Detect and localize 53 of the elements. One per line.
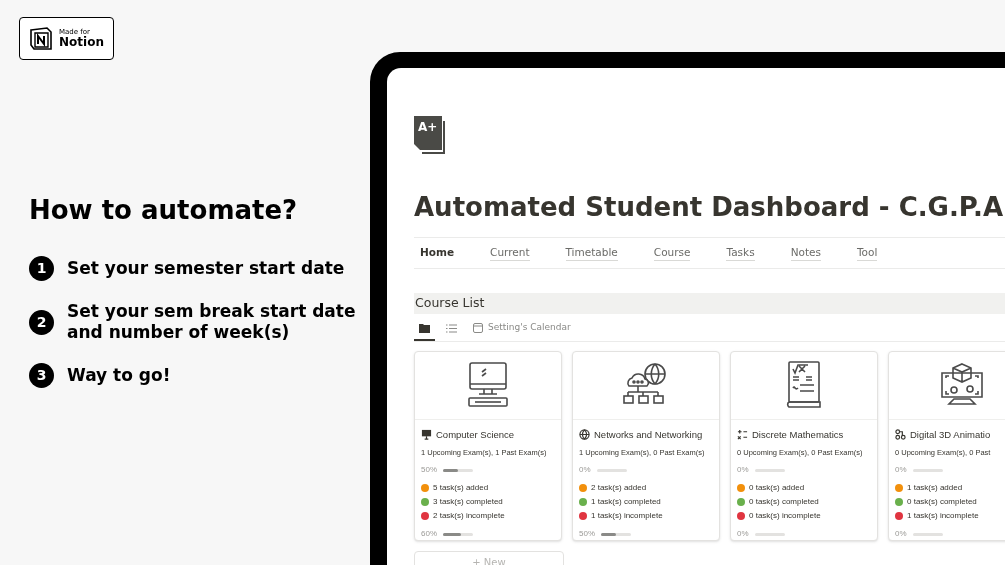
task-count: 3 task(s) completed [433, 496, 503, 508]
computer-icon [467, 362, 509, 409]
nav-link[interactable]: Tool [856, 244, 878, 262]
task-count: 0 task(s) incomplete [749, 510, 821, 522]
percent-label: 0% [895, 528, 907, 540]
step-number: 1 [29, 256, 54, 281]
course-title: Digital 3D Animatio [910, 427, 991, 442]
course-title: Networks and Networking [594, 427, 703, 442]
view-tab[interactable]: Setting's Calendar [468, 317, 576, 341]
step-text: Way to go! [67, 365, 172, 386]
nav-link[interactable]: Home [420, 245, 455, 261]
notion-logo-icon [29, 26, 53, 51]
folder-icon [419, 323, 430, 333]
task-count: 0 task(s) completed [907, 496, 977, 508]
task-count: 1 task(s) incomplete [591, 510, 663, 522]
nav-link[interactable]: Notes [790, 244, 821, 262]
task-count: 1 task(s) added [907, 482, 963, 494]
task-count: 2 task(s) added [591, 482, 647, 494]
nav-link[interactable]: Timetable [565, 244, 618, 262]
task-count: 2 task(s) incomplete [433, 510, 505, 522]
percent-label: 50% [421, 464, 437, 476]
globe-icon [579, 429, 590, 441]
step-text: Set your sem break start date and number of week(s) [67, 301, 357, 343]
task-count: 1 task(s) incomplete [907, 510, 979, 522]
math-operators-icon [737, 429, 748, 441]
math-book-icon [784, 361, 824, 410]
section-header: Course List [414, 293, 1005, 314]
task-count: 0 task(s) completed [749, 496, 819, 508]
task-count: 1 task(s) completed [591, 496, 661, 508]
task-count: 5 task(s) added [433, 482, 489, 494]
nav-link[interactable]: Tasks [726, 244, 755, 262]
nodes-icon [895, 429, 906, 441]
step-number: 3 [29, 363, 54, 388]
list-icon [446, 323, 457, 333]
nav-link[interactable]: Current [490, 244, 530, 262]
desktop-icon [421, 429, 432, 441]
page-title: Automated Student Dashboard - C.G.P.A [414, 191, 1005, 224]
heading: How to automate? [29, 194, 299, 227]
percent-label: 0% [737, 464, 749, 476]
badge-title: Notion [59, 36, 104, 48]
percent-label: 0% [895, 464, 907, 476]
task-count: 0 task(s) added [749, 482, 805, 494]
percent-label: 0% [737, 528, 749, 540]
step-number: 2 [29, 309, 54, 335]
nav-link[interactable]: Course [653, 244, 691, 262]
monitor-cube-icon [939, 363, 985, 408]
step-text: Set your semester start date [67, 258, 346, 279]
calendar-icon [473, 323, 483, 333]
course-title: Discrete Mathematics [752, 427, 844, 442]
percent-label: 60% [421, 528, 437, 540]
percent-label: 0% [579, 464, 591, 476]
percent-label: 50% [579, 528, 595, 540]
course-title: Computer Science [436, 427, 515, 442]
